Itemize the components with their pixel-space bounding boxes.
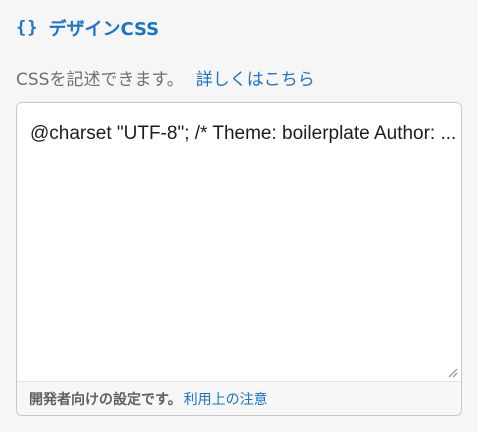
usage-notes-link[interactable]: 利用上の注意 — [184, 389, 268, 409]
braces-icon: {} — [16, 18, 39, 38]
css-code-line: @charset "UTF-8"; /* Theme: boilerplate … — [30, 123, 457, 144]
design-css-panel: {} デザインCSS CSSを記述できます。 詳しくはこちら @charset … — [0, 0, 478, 432]
section-heading: {} デザインCSS — [16, 14, 159, 42]
css-editor: @charset "UTF-8"; /* Theme: boilerplate … — [16, 102, 462, 416]
resize-handle-icon[interactable] — [446, 366, 458, 378]
description: CSSを記述できます。 詳しくはこちら — [16, 64, 315, 90]
section-title: デザインCSS — [48, 19, 160, 40]
description-text: CSSを記述できます。 — [16, 69, 184, 90]
developer-note: 開発者向けの設定です。 — [29, 391, 182, 408]
learn-more-link[interactable]: 詳しくはこちら — [196, 65, 315, 90]
editor-footer: 開発者向けの設定です。 利用上の注意 — [17, 381, 461, 415]
css-code-textarea[interactable]: @charset "UTF-8"; /* Theme: boilerplate … — [17, 103, 461, 381]
